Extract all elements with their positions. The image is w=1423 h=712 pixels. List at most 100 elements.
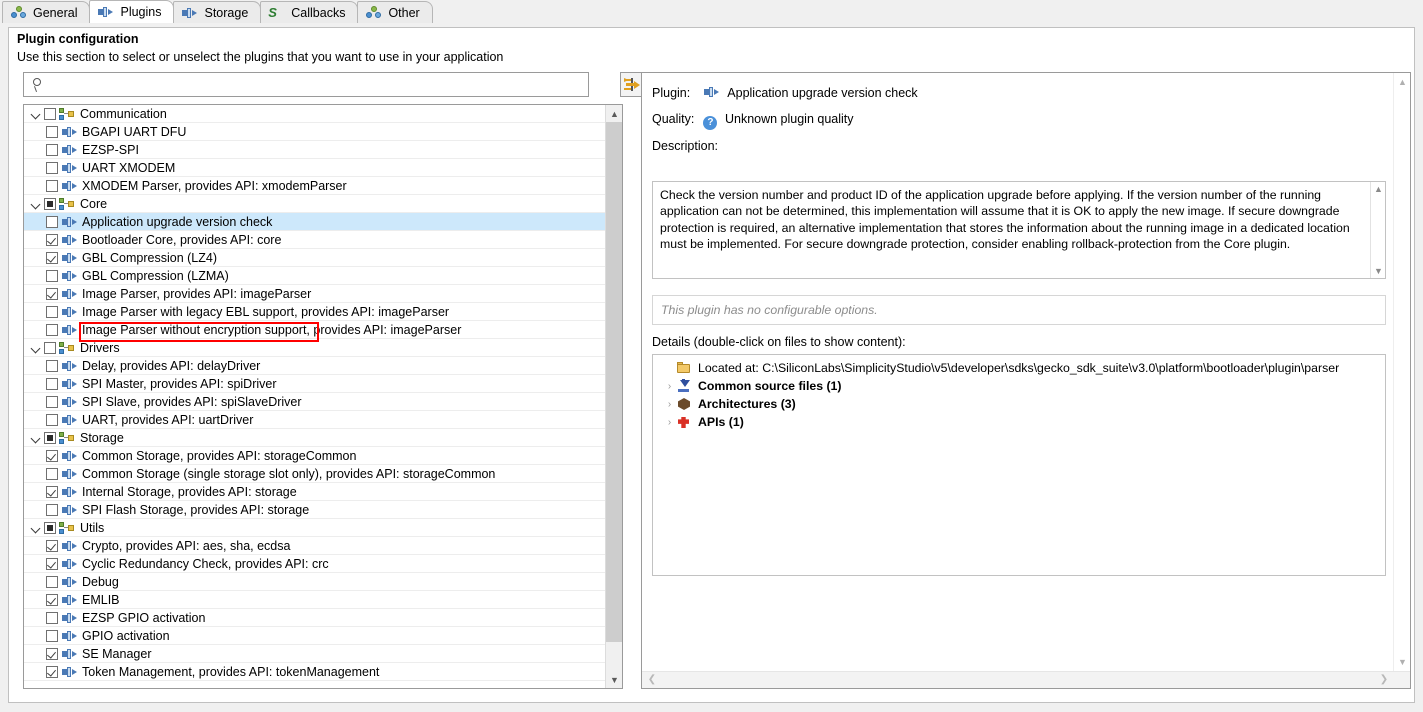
tree-row[interactable]: SPI Flash Storage, provides API: storage bbox=[24, 501, 606, 519]
checkbox[interactable] bbox=[46, 395, 58, 408]
tree-row[interactable]: Bootloader Core, provides API: core bbox=[24, 231, 606, 249]
checkbox[interactable] bbox=[46, 647, 58, 660]
search-box[interactable] bbox=[23, 72, 589, 97]
tree-row[interactable]: Image Parser without encryption support,… bbox=[24, 321, 606, 339]
tree-row[interactable]: EZSP GPIO activation bbox=[24, 609, 606, 627]
scroll-thumb[interactable] bbox=[606, 122, 622, 642]
tree-row[interactable]: Drivers bbox=[24, 339, 606, 357]
checkbox[interactable] bbox=[46, 377, 58, 390]
tree-row[interactable]: SPI Slave, provides API: spiSlaveDriver bbox=[24, 393, 606, 411]
right-pane-vertical-scrollbar[interactable]: ▲ ▼ bbox=[1393, 73, 1410, 672]
tree-row[interactable]: Storage bbox=[24, 429, 606, 447]
right-pane-horizontal-scrollbar[interactable]: ❮ ❯ bbox=[642, 671, 1410, 688]
checkbox[interactable] bbox=[44, 431, 56, 444]
description-box[interactable]: Check the version number and product ID … bbox=[652, 181, 1386, 279]
checkbox[interactable] bbox=[44, 107, 56, 120]
checkbox[interactable] bbox=[46, 539, 58, 552]
checkbox[interactable] bbox=[46, 629, 58, 642]
tree-row[interactable]: EMLIB bbox=[24, 591, 606, 609]
scroll-down-icon[interactable]: ▼ bbox=[1371, 264, 1385, 278]
scroll-down-icon[interactable]: ▼ bbox=[606, 671, 622, 688]
checkbox[interactable] bbox=[46, 179, 58, 192]
tree-row[interactable]: Token Management, provides API: tokenMan… bbox=[24, 663, 606, 681]
chevron-right-icon[interactable]: › bbox=[663, 417, 676, 428]
tree-row[interactable]: Utils bbox=[24, 519, 606, 537]
checkbox[interactable] bbox=[46, 593, 58, 606]
scroll-down-icon[interactable]: ▼ bbox=[1394, 655, 1411, 670]
checkbox[interactable] bbox=[46, 143, 58, 156]
scroll-up-icon[interactable]: ▲ bbox=[1394, 75, 1411, 90]
tree-row[interactable]: UART XMODEM bbox=[24, 159, 606, 177]
checkbox[interactable] bbox=[46, 485, 58, 498]
tree-row[interactable]: Common Storage, provides API: storageCom… bbox=[24, 447, 606, 465]
tree-row[interactable]: GPIO activation bbox=[24, 627, 606, 645]
tree-row[interactable]: Application upgrade version check bbox=[24, 213, 606, 231]
scroll-up-icon[interactable]: ▲ bbox=[606, 105, 622, 122]
indent-spacer bbox=[24, 303, 46, 321]
checkbox[interactable] bbox=[46, 575, 58, 588]
checkbox[interactable] bbox=[46, 449, 58, 462]
details-row[interactable]: › APIs (1) bbox=[653, 413, 1385, 431]
tree-row[interactable]: UART, provides API: uartDriver bbox=[24, 411, 606, 429]
checkbox[interactable] bbox=[44, 341, 56, 354]
tree-row[interactable]: Image Parser, provides API: imageParser bbox=[24, 285, 606, 303]
checkbox[interactable] bbox=[46, 413, 58, 426]
checkbox[interactable] bbox=[46, 557, 58, 570]
tab-plugins[interactable]: Plugins bbox=[89, 0, 175, 23]
tree-row[interactable]: Internal Storage, provides API: storage bbox=[24, 483, 606, 501]
chevron-down-icon[interactable] bbox=[28, 105, 44, 123]
checkbox[interactable] bbox=[44, 197, 56, 210]
checkbox[interactable] bbox=[46, 269, 58, 282]
tree-vertical-scrollbar[interactable]: ▲ ▼ bbox=[605, 105, 622, 688]
checkbox[interactable] bbox=[46, 665, 58, 678]
checkbox[interactable] bbox=[46, 161, 58, 174]
tree-row[interactable]: Debug bbox=[24, 573, 606, 591]
checkbox[interactable] bbox=[46, 305, 58, 318]
plugin-tree[interactable]: Communication BGAPI UART DFU EZSP-SPI UART … bbox=[24, 105, 606, 688]
tab-general[interactable]: General bbox=[2, 1, 91, 23]
tree-row[interactable]: EZSP-SPI bbox=[24, 141, 606, 159]
scroll-up-icon[interactable]: ▲ bbox=[1371, 182, 1385, 196]
tree-row[interactable]: BGAPI UART DFU bbox=[24, 123, 606, 141]
search-input[interactable] bbox=[51, 74, 571, 95]
tree-row[interactable]: Crypto, provides API: aes, sha, ecdsa bbox=[24, 537, 606, 555]
checkbox[interactable] bbox=[44, 521, 56, 534]
chevron-down-icon[interactable] bbox=[28, 339, 44, 357]
chevron-down-icon[interactable] bbox=[28, 195, 44, 213]
checkbox[interactable] bbox=[46, 323, 58, 336]
chevron-right-icon[interactable]: › bbox=[663, 399, 676, 410]
tree-row[interactable]: Common Storage (single storage slot only… bbox=[24, 465, 606, 483]
details-row[interactable]: › Common source files (1) bbox=[653, 377, 1385, 395]
tree-row[interactable]: Delay, provides API: delayDriver bbox=[24, 357, 606, 375]
checkbox[interactable] bbox=[46, 215, 58, 228]
tree-row[interactable]: Cyclic Redundancy Check, provides API: c… bbox=[24, 555, 606, 573]
tab-other[interactable]: Other bbox=[357, 1, 433, 23]
tree-row[interactable]: Core bbox=[24, 195, 606, 213]
tree-row[interactable]: SE Manager bbox=[24, 645, 606, 663]
checkbox[interactable] bbox=[46, 611, 58, 624]
details-row[interactable]: Located at: C:\SiliconLabs\SimplicityStu… bbox=[653, 359, 1385, 377]
description-scrollbar[interactable]: ▲ ▼ bbox=[1370, 182, 1385, 278]
chevron-down-icon[interactable] bbox=[28, 519, 44, 537]
tree-row[interactable]: Image Parser with legacy EBL support, pr… bbox=[24, 303, 606, 321]
scroll-left-icon[interactable]: ❮ bbox=[644, 672, 660, 688]
checkbox[interactable] bbox=[46, 359, 58, 372]
checkbox[interactable] bbox=[46, 467, 58, 480]
chevron-down-icon[interactable] bbox=[28, 429, 44, 447]
tab-callbacks[interactable]: S Callbacks bbox=[260, 1, 359, 23]
tree-row[interactable]: XMODEM Parser, provides API: xmodemParse… bbox=[24, 177, 606, 195]
checkbox[interactable] bbox=[46, 233, 58, 246]
tree-row[interactable]: GBL Compression (LZMA) bbox=[24, 267, 606, 285]
details-row[interactable]: › Architectures (3) bbox=[653, 395, 1385, 413]
scroll-right-icon[interactable]: ❯ bbox=[1376, 672, 1392, 688]
checkbox[interactable] bbox=[46, 503, 58, 516]
checkbox[interactable] bbox=[46, 287, 58, 300]
details-tree[interactable]: Located at: C:\SiliconLabs\SimplicityStu… bbox=[652, 354, 1386, 576]
checkbox[interactable] bbox=[46, 251, 58, 264]
tree-row[interactable]: GBL Compression (LZ4) bbox=[24, 249, 606, 267]
checkbox[interactable] bbox=[46, 125, 58, 138]
tab-storage[interactable]: Storage bbox=[173, 1, 262, 23]
tree-row[interactable]: SPI Master, provides API: spiDriver bbox=[24, 375, 606, 393]
chevron-right-icon[interactable]: › bbox=[663, 381, 676, 392]
tree-row[interactable]: Communication bbox=[24, 105, 606, 123]
